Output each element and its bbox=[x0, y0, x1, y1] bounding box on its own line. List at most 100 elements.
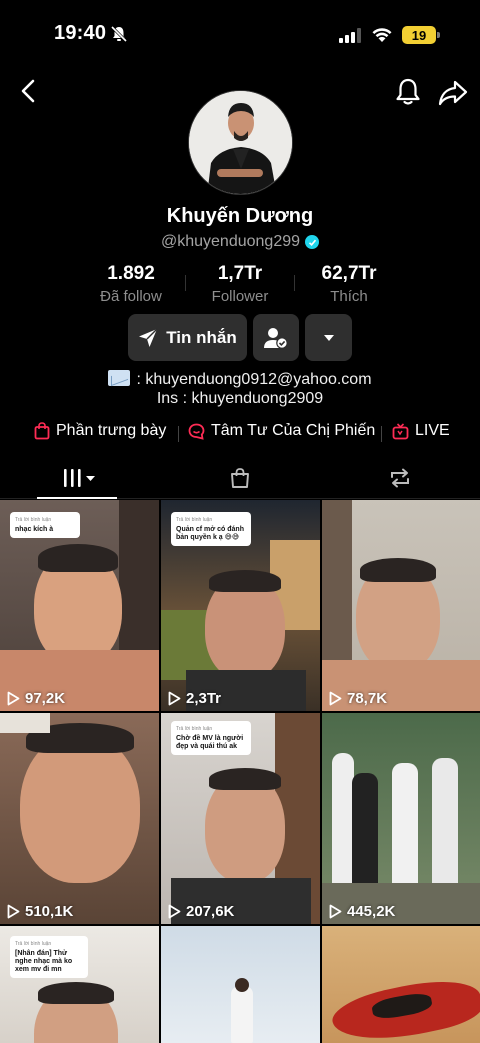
stat-likes[interactable]: 62,7Tr Thích bbox=[289, 263, 409, 305]
shopping-bag-icon bbox=[34, 422, 50, 440]
play-icon bbox=[7, 691, 20, 706]
battery-cap bbox=[437, 32, 440, 38]
group-chat-link[interactable]: Tâm Tư Của Chị Phiến bbox=[188, 422, 375, 440]
profile-links: Phần trưng bày Tâm Tư Của Chị Phiến LIVE bbox=[0, 422, 480, 446]
video-thumbnail[interactable]: 445,2K bbox=[322, 713, 480, 924]
tab-shop[interactable] bbox=[160, 458, 320, 498]
play-icon bbox=[168, 691, 181, 706]
comment-text: Quản cf mở có đánh bản quyền k ạ 😅😅 bbox=[176, 526, 244, 541]
comment-text: [Nhân đán] Thử nghe nhạc mà ko xem mv đi… bbox=[15, 950, 73, 973]
thumbnail-pillow bbox=[0, 713, 50, 733]
verified-badge-icon bbox=[305, 235, 320, 249]
thumbnail-hair bbox=[360, 558, 436, 582]
avatar-photo bbox=[189, 91, 292, 194]
comment-sticker: Trả lời bình luận Chờ đề MV là người đẹp … bbox=[171, 721, 251, 755]
shopping-bag-icon bbox=[231, 468, 249, 488]
link-divider bbox=[178, 426, 179, 442]
stat-followers[interactable]: 1,7Tr Follower bbox=[180, 263, 300, 305]
thumbnail-hair bbox=[209, 570, 281, 592]
active-tab-indicator bbox=[37, 497, 117, 499]
caret-down-icon bbox=[323, 334, 334, 341]
thumbnail-hair bbox=[38, 982, 114, 1004]
battery-indicator: 19 bbox=[402, 26, 436, 44]
live-link[interactable]: LIVE bbox=[392, 422, 450, 440]
link-divider bbox=[381, 426, 382, 442]
grid-bars-icon bbox=[64, 469, 95, 487]
stat-divider bbox=[294, 275, 295, 291]
send-message-icon bbox=[139, 328, 158, 347]
play-icon bbox=[7, 904, 20, 919]
video-thumbnail[interactable]: 510,1K bbox=[0, 713, 159, 924]
live-link-label: LIVE bbox=[415, 422, 450, 439]
play-icon bbox=[329, 691, 342, 706]
stat-following-label: Đã follow bbox=[100, 288, 162, 305]
video-thumbnail[interactable] bbox=[322, 926, 480, 1043]
status-bar: 19:40 19 bbox=[0, 0, 480, 70]
view-count: 78,7K bbox=[329, 690, 387, 707]
username-handle: @khuyenduong299 bbox=[160, 233, 301, 250]
cellular-signal-icon bbox=[339, 28, 361, 43]
video-thumbnail[interactable]: Trả lời bình luận nhạc kích à 97,2K bbox=[0, 500, 159, 711]
bio-line-instagram: Ins : khuyenduong2909 bbox=[156, 390, 324, 407]
view-count: 2,3Tr bbox=[168, 690, 221, 707]
video-grid: Trả lời bình luận nhạc kích à 97,2K Trả l… bbox=[0, 500, 480, 1043]
thumbnail-face bbox=[20, 733, 140, 883]
video-thumbnail[interactable]: Trả lời bình luận Chờ đề MV là người đẹp … bbox=[161, 713, 320, 924]
profile-actions: Tin nhắn bbox=[0, 314, 480, 361]
thumbnail-dancer bbox=[332, 753, 354, 893]
stat-followers-count: 1,7Tr bbox=[217, 263, 263, 284]
video-thumbnail[interactable]: Trả lời bình luận [Nhân đán] Thử nghe nhạ… bbox=[0, 926, 159, 1043]
notification-bell-icon[interactable] bbox=[393, 76, 423, 108]
showcase-link-label: Phần trưng bày bbox=[56, 422, 167, 439]
thumbnail-figure-head bbox=[235, 978, 249, 992]
profile-stats: 1.892 Đã follow 1,7Tr Follower 62,7Tr Th… bbox=[0, 263, 480, 305]
repost-icon bbox=[391, 468, 409, 488]
bell-off-icon bbox=[110, 25, 128, 43]
thumbnail-figure bbox=[231, 986, 253, 1043]
tab-videos[interactable] bbox=[0, 458, 160, 499]
content-tabs bbox=[0, 458, 480, 499]
stat-following[interactable]: 1.892 Đã follow bbox=[71, 263, 191, 305]
share-arrow-icon[interactable] bbox=[437, 76, 469, 108]
message-button[interactable]: Tin nhắn bbox=[128, 314, 247, 361]
wifi-icon bbox=[372, 28, 392, 42]
tab-reposts[interactable] bbox=[320, 458, 480, 498]
video-thumbnail[interactable]: 78,7K bbox=[322, 500, 480, 711]
live-tv-icon bbox=[392, 422, 409, 439]
envelope-emoji-icon bbox=[108, 370, 131, 386]
view-count-value: 445,2K bbox=[347, 903, 396, 920]
play-icon bbox=[329, 904, 342, 919]
view-count-value: 97,2K bbox=[25, 690, 66, 707]
following-status-button[interactable] bbox=[253, 314, 299, 361]
view-count: 207,6K bbox=[168, 903, 234, 920]
video-thumbnail[interactable] bbox=[161, 926, 320, 1043]
comment-sticker: Trả lời bình luận Quản cf mở có đánh bản … bbox=[171, 512, 251, 546]
thumbnail-dancer bbox=[392, 763, 418, 903]
play-icon bbox=[168, 904, 181, 919]
view-count: 510,1K bbox=[7, 903, 73, 920]
thumbnail-hair bbox=[209, 768, 281, 790]
view-count: 97,2K bbox=[7, 690, 65, 707]
view-count-value: 78,7K bbox=[347, 690, 388, 707]
stat-following-count: 1.892 bbox=[107, 263, 155, 284]
more-options-dropdown[interactable] bbox=[305, 314, 352, 361]
view-count-value: 207,6K bbox=[186, 903, 235, 920]
group-chat-link-label: Tâm Tư Của Chị Phiến bbox=[211, 422, 376, 439]
stat-likes-count: 62,7Tr bbox=[321, 263, 377, 284]
bio-email-text: : khuyenduong0912@yahoo.com bbox=[136, 371, 372, 388]
comment-sticker: Trả lời bình luận nhạc kích à bbox=[10, 512, 80, 538]
back-arrow-icon[interactable] bbox=[14, 76, 44, 106]
avatar[interactable] bbox=[188, 90, 293, 195]
showcase-link[interactable]: Phần trưng bày bbox=[34, 422, 166, 440]
status-time: 19:40 bbox=[54, 22, 107, 44]
stat-divider bbox=[185, 275, 186, 291]
thumbnail-hair bbox=[38, 544, 118, 572]
display-name: Khuyến Dương bbox=[166, 205, 314, 227]
profile-bio: : khuyenduong0912@yahoo.com Ins : khuyen… bbox=[0, 370, 480, 408]
stat-followers-label: Follower bbox=[211, 288, 269, 305]
video-thumbnail[interactable]: Trả lời bình luận Quản cf mở có đánh bản … bbox=[161, 500, 320, 711]
thumbnail-dancer bbox=[432, 758, 458, 903]
comment-text: nhạc kích à bbox=[15, 526, 54, 533]
view-count-value: 510,1K bbox=[25, 903, 74, 920]
bio-line-email: : khuyenduong0912@yahoo.com bbox=[0, 370, 480, 389]
